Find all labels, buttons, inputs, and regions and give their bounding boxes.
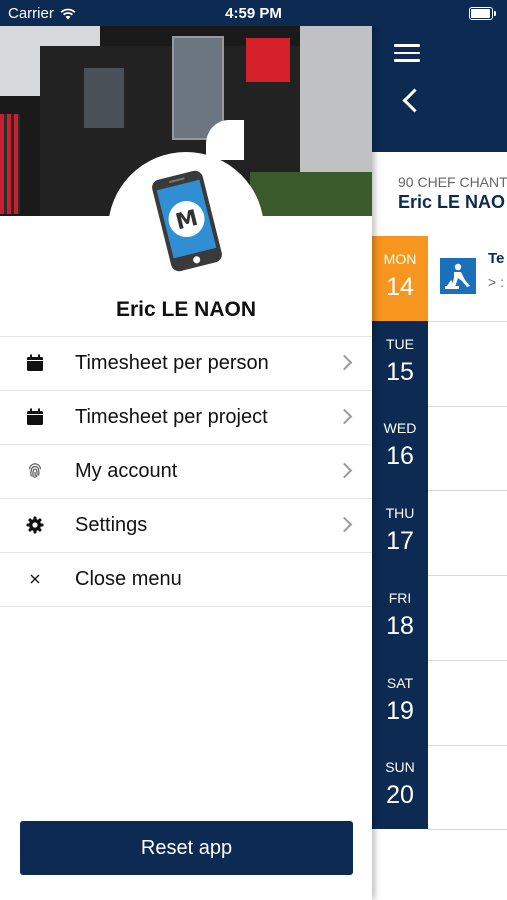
hamburger-menu-icon[interactable] <box>394 44 420 67</box>
menu-item-label: Timesheet per project <box>75 406 268 428</box>
project-code: 90 CHEF CHANT <box>398 174 507 190</box>
menu-item-label: My account <box>75 460 178 482</box>
day-number: 15 <box>386 358 414 386</box>
row-divider <box>428 575 507 576</box>
profile-name: Eric LE NAON <box>115 298 257 321</box>
day-name: SUN <box>385 759 415 775</box>
chevron-right-icon <box>336 354 353 371</box>
day-number: 19 <box>386 697 414 725</box>
day-cell-fri[interactable]: FRI 18 <box>372 575 428 660</box>
worker-icon <box>440 258 476 294</box>
menu-item-timesheet-per-project[interactable]: Timesheet per project <box>0 391 372 445</box>
reset-app-button[interactable]: Reset app <box>20 821 353 875</box>
gear-icon <box>26 516 44 534</box>
side-menu-drawer: M Eric LE NAON Timesheet per person Time… <box>0 26 372 900</box>
menu-item-label: Close menu <box>75 568 182 590</box>
fingerprint-icon <box>26 462 44 480</box>
project-person: Eric LE NAO <box>398 192 506 212</box>
chevron-right-icon <box>336 408 353 425</box>
row-divider <box>428 829 507 830</box>
status-bar: Carrier 4:59 PM <box>0 0 507 26</box>
menu-item-settings[interactable]: Settings <box>0 499 372 553</box>
menu-item-label: Timesheet per person <box>75 352 269 374</box>
background-calendar-view: 90 CHEF CHANT Eric LE NAO MON 14 TUE 15 WED 1… <box>372 26 507 900</box>
drawer-menu: Timesheet per person Timesheet per proje… <box>0 336 372 607</box>
row-divider <box>428 490 507 491</box>
row-divider <box>428 321 507 322</box>
day-number: 20 <box>386 781 414 809</box>
app-logo-phone-icon: M <box>152 170 222 272</box>
day-cell-sun[interactable]: SUN 20 <box>372 744 428 829</box>
chevron-right-icon <box>336 462 353 479</box>
row-divider <box>428 660 507 661</box>
day-cell-thu[interactable]: THU 17 <box>372 490 428 575</box>
menu-item-timesheet-per-person[interactable]: Timesheet per person <box>0 337 372 391</box>
day-cell-wed[interactable]: WED 16 <box>372 405 428 490</box>
menu-item-my-account[interactable]: My account <box>0 445 372 499</box>
day-name: SAT <box>386 675 414 691</box>
day-number: 14 <box>386 273 414 301</box>
row-divider <box>428 406 507 407</box>
battery-icon <box>469 7 496 20</box>
day-cell-mon[interactable]: MON 14 <box>372 236 428 321</box>
day-number: 16 <box>386 442 414 470</box>
status-time: 4:59 PM <box>225 5 282 22</box>
day-number: 17 <box>386 527 414 555</box>
close-icon <box>26 570 44 588</box>
calendar-header <box>372 26 507 152</box>
back-arrow-icon[interactable] <box>402 88 427 113</box>
menu-item-label: Settings <box>75 514 148 536</box>
calendar-icon <box>26 354 44 372</box>
chevron-right-icon <box>336 516 353 533</box>
task-title[interactable]: Te <box>488 250 504 267</box>
day-name: FRI <box>388 590 412 606</box>
day-name: TUE <box>386 336 414 352</box>
menu-item-close-menu[interactable]: Close menu <box>0 553 372 607</box>
day-cell-tue[interactable]: TUE 15 <box>372 321 428 406</box>
day-name: THU <box>385 505 415 521</box>
day-name: WED <box>383 420 417 436</box>
task-subtitle: > : <box>488 274 504 290</box>
row-divider <box>428 745 507 746</box>
day-number: 18 <box>386 612 414 640</box>
day-cell-sat[interactable]: SAT 19 <box>372 660 428 745</box>
calendar-icon <box>26 408 44 426</box>
day-name: MON <box>383 251 417 267</box>
